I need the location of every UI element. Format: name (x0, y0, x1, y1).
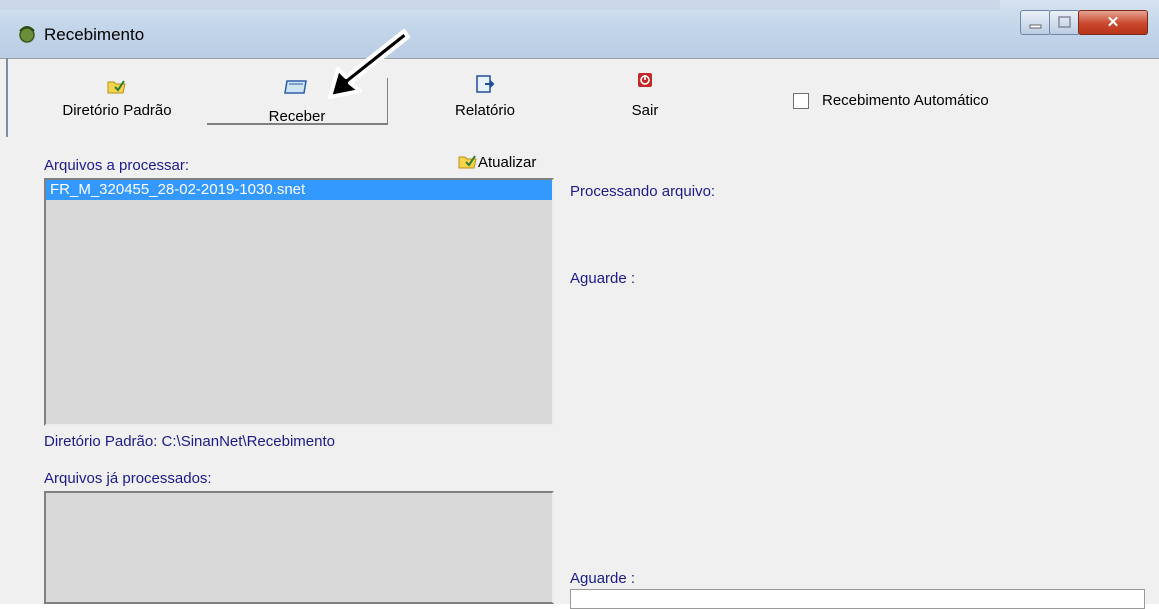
files-to-process-list[interactable]: FR_M_320455_28-02-2019-1030.snet (44, 178, 554, 426)
refresh-button[interactable]: Atualizar (458, 153, 536, 171)
default-directory-button[interactable]: Diretório Padrão (52, 78, 182, 119)
processed-files-list[interactable] (44, 491, 554, 604)
processed-files-label: Arquivos já processados: (44, 470, 212, 487)
auto-receive-checkbox[interactable] (793, 93, 809, 109)
files-to-process-label: Arquivos a processar: (44, 157, 190, 174)
folder-icon (107, 80, 126, 94)
receive-icon (284, 80, 307, 94)
progress-bar (570, 589, 1145, 609)
receive-label: Receber (268, 108, 326, 125)
default-directory-path: Diretório Padrão: C:\SinanNet\Recebiment… (44, 433, 335, 450)
report-button[interactable]: Relatório (430, 74, 540, 119)
window-title: Recebimento (44, 25, 145, 44)
maximize-button[interactable] (1049, 10, 1080, 35)
list-item[interactable]: FR_M_320455_28-02-2019-1030.snet (46, 180, 552, 200)
minimize-icon (1029, 24, 1042, 29)
exit-icon (638, 73, 652, 87)
folder-icon (458, 155, 477, 169)
exit-button[interactable]: Sair (615, 72, 675, 119)
default-directory-label: Diretório Padrão (62, 102, 172, 119)
close-icon: ✕ (1106, 14, 1120, 31)
processing-file-label: Processando arquivo: (570, 183, 716, 200)
close-button[interactable]: ✕ (1078, 10, 1148, 35)
background-window-strip (0, 0, 1000, 10)
app-icon (19, 26, 35, 43)
pointer-arrow-annotation (328, 29, 410, 99)
report-label: Relatório (454, 102, 516, 119)
auto-receive-label[interactable]: Recebimento Automático (822, 92, 989, 109)
refresh-label: Atualizar (478, 154, 537, 171)
minimize-button[interactable] (1020, 10, 1051, 35)
wait-label-bottom: Aguarde : (570, 570, 636, 587)
report-icon (476, 75, 495, 93)
wait-label: Aguarde : (570, 270, 636, 287)
exit-label: Sair (631, 102, 659, 119)
maximize-icon (1058, 16, 1071, 28)
